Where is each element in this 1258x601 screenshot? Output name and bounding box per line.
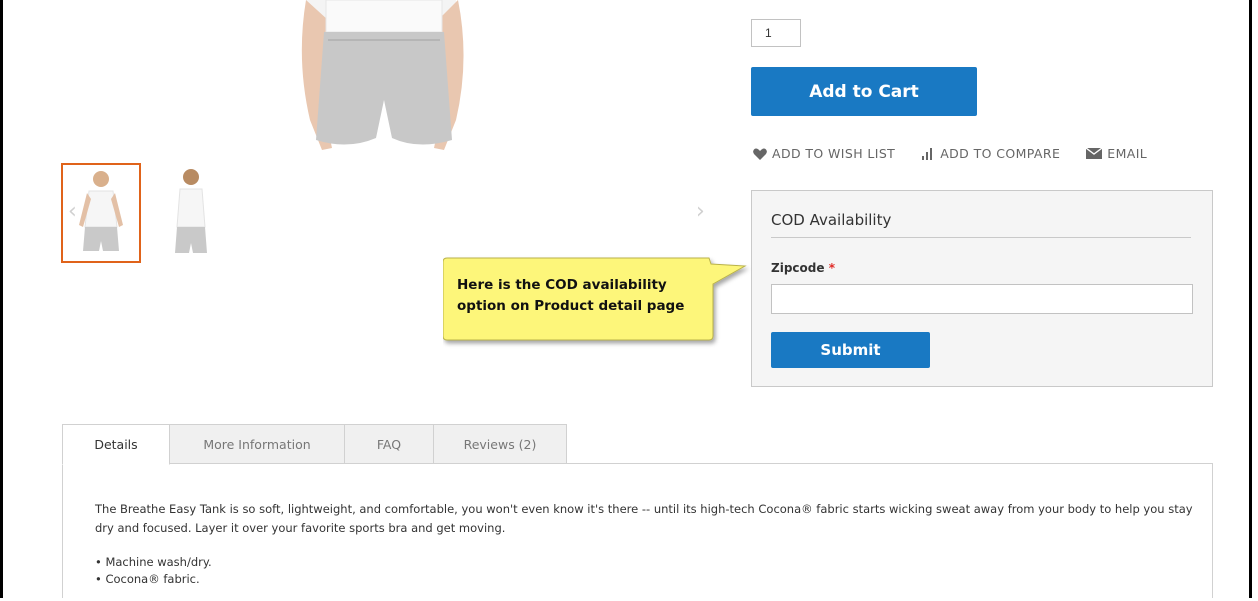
product-main-image — [301, 0, 464, 150]
tab-reviews[interactable]: Reviews (2) — [434, 424, 567, 464]
submit-button[interactable]: Submit — [771, 332, 930, 368]
add-to-compare-link[interactable]: ADD TO COMPARE — [921, 146, 1060, 161]
product-actions: ADD TO WISH LIST ADD TO COMPARE EMAIL — [753, 146, 1173, 161]
email-link[interactable]: EMAIL — [1086, 146, 1147, 161]
product-thumbnail-back[interactable] — [161, 163, 241, 263]
product-features-list: • Machine wash/dry. • Cocona® fabric. — [95, 554, 212, 588]
zipcode-label-text: Zipcode — [771, 261, 825, 275]
cod-divider — [771, 237, 1191, 238]
email-label: EMAIL — [1107, 146, 1148, 161]
compare-icon — [922, 147, 933, 160]
cod-title: COD Availability — [771, 211, 892, 229]
add-to-wishlist-link[interactable]: ADD TO WISH LIST — [753, 146, 895, 161]
details-panel: The Breathe Easy Tank is so soft, lightw… — [62, 463, 1213, 598]
compare-label: ADD TO COMPARE — [940, 146, 1061, 161]
zipcode-input[interactable] — [771, 284, 1193, 314]
heart-icon — [753, 148, 767, 160]
gallery-prev-icon[interactable]: ‹ — [68, 199, 77, 224]
product-description: The Breathe Easy Tank is so soft, lightw… — [95, 502, 1193, 535]
page-frame: ‹ › Add to Cart ADD TO WISH LIST ADD TO … — [0, 0, 1252, 598]
list-item: • Cocona® fabric. — [95, 572, 200, 586]
tab-details[interactable]: Details — [62, 424, 170, 465]
cod-availability-panel: COD Availability Zipcode * Submit — [751, 190, 1213, 387]
envelope-icon — [1086, 148, 1103, 159]
tab-faq[interactable]: FAQ — [345, 424, 434, 464]
product-tabs: Details More Information FAQ Reviews (2) — [62, 424, 567, 465]
gallery-next-icon[interactable]: › — [696, 199, 705, 224]
callout-text: Here is the COD availability option on P… — [457, 277, 685, 314]
wishlist-label: ADD TO WISH LIST — [772, 146, 896, 161]
tab-more-information[interactable]: More Information — [170, 424, 345, 464]
required-mark: * — [828, 261, 835, 275]
zipcode-label: Zipcode * — [771, 261, 835, 275]
add-to-cart-button[interactable]: Add to Cart — [751, 67, 977, 116]
list-item: • Machine wash/dry. — [95, 555, 212, 569]
qty-input[interactable] — [751, 19, 801, 47]
